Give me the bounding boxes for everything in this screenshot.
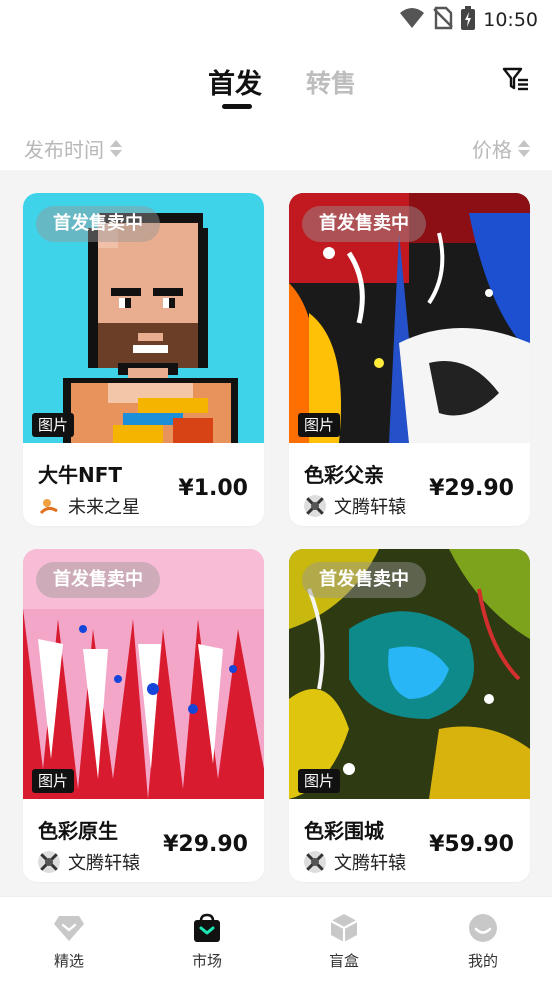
sort-by-price-button[interactable]: 价格 xyxy=(472,134,530,163)
product-image: 首发售卖中 图片 xyxy=(289,549,530,799)
creator-name: 文腾轩辕 xyxy=(68,853,140,874)
media-type-badge: 图片 xyxy=(298,769,341,793)
cube-icon xyxy=(304,913,384,943)
nav-item-blind-box[interactable]: 盲盒 xyxy=(304,913,384,971)
media-type-badge: 图片 xyxy=(32,413,75,437)
active-tab-indicator xyxy=(222,104,252,109)
product-image: 首发售卖中 图片 xyxy=(23,549,264,799)
product-price: ¥1.00 xyxy=(178,476,248,501)
nav-label: 精选 xyxy=(53,952,84,970)
creator: 文腾轩辕 xyxy=(38,849,140,875)
product-title: 色彩围城 xyxy=(304,819,384,843)
bottom-nav: 精选 市场 盲盒 我的 xyxy=(0,896,552,983)
market-bag-icon xyxy=(167,913,247,943)
product-title: 大牛NFT xyxy=(38,463,123,487)
product-price: ¥29.90 xyxy=(163,832,248,857)
nav-label: 市场 xyxy=(191,952,222,970)
creator: 未来之星 xyxy=(38,493,140,519)
creator-avatar xyxy=(304,495,326,517)
sale-status-badge: 首发售卖中 xyxy=(302,206,426,242)
creator: 文腾轩辕 xyxy=(304,849,406,875)
header: 首发 转售 xyxy=(0,40,552,126)
product-price: ¥59.90 xyxy=(429,832,514,857)
no-sim-icon xyxy=(433,6,454,34)
status-icons: 10:50 xyxy=(399,6,538,34)
face-icon xyxy=(443,913,523,943)
nav-label: 盲盒 xyxy=(328,952,359,970)
media-type-badge: 图片 xyxy=(298,413,341,437)
diamond-icon xyxy=(29,913,109,943)
creator-avatar xyxy=(38,495,60,517)
product-image: 首发售卖中 图片 xyxy=(23,193,264,443)
creator: 文腾轩辕 xyxy=(304,493,406,519)
product-card[interactable]: 首发售卖中 图片 色彩父亲 文腾轩辕 ¥29.90 xyxy=(289,193,530,526)
creator-name: 文腾轩辕 xyxy=(334,497,406,518)
sort-arrows-icon xyxy=(110,140,122,157)
product-card[interactable]: 首发售卖中 图片 色彩原生 文腾轩辕 ¥29.90 xyxy=(23,549,264,882)
product-card[interactable]: 首发售卖中 图片 色彩围城 文腾轩辕 ¥59.90 xyxy=(289,549,530,882)
media-type-badge: 图片 xyxy=(32,769,75,793)
creator-avatar xyxy=(38,851,60,873)
sort-bar: 发布时间 价格 xyxy=(0,126,552,170)
sale-status-badge: 首发售卖中 xyxy=(36,562,160,598)
creator-name: 文腾轩辕 xyxy=(334,853,406,874)
nav-item-market[interactable]: 市场 xyxy=(167,913,247,971)
nav-item-featured[interactable]: 精选 xyxy=(29,913,109,971)
nav-item-profile[interactable]: 我的 xyxy=(443,913,523,971)
battery-charging-icon xyxy=(461,6,476,34)
tab-first-release[interactable]: 首发 xyxy=(208,62,262,101)
status-time: 10:50 xyxy=(483,9,538,31)
filter-button[interactable] xyxy=(502,66,530,92)
nav-label: 我的 xyxy=(467,952,498,970)
wifi-icon xyxy=(399,7,425,33)
product-image: 首发售卖中 图片 xyxy=(289,193,530,443)
creator-name: 未来之星 xyxy=(68,497,140,518)
filter-icon xyxy=(502,67,528,91)
creator-avatar xyxy=(304,851,326,873)
sale-status-badge: 首发售卖中 xyxy=(36,206,160,242)
product-card[interactable]: 首发售卖中 图片 大牛NFT 未来之星 ¥1.00 xyxy=(23,193,264,526)
sort-by-time-label: 发布时间 xyxy=(24,138,104,162)
product-title: 色彩原生 xyxy=(38,819,118,843)
status-bar: 10:50 xyxy=(0,0,552,40)
product-title: 色彩父亲 xyxy=(304,463,384,487)
sort-by-time-button[interactable]: 发布时间 xyxy=(24,134,122,163)
product-price: ¥29.90 xyxy=(429,476,514,501)
sort-by-price-label: 价格 xyxy=(472,138,512,162)
tab-resale[interactable]: 转售 xyxy=(306,64,356,100)
sort-arrows-icon xyxy=(518,140,530,157)
sale-status-badge: 首发售卖中 xyxy=(302,562,426,598)
